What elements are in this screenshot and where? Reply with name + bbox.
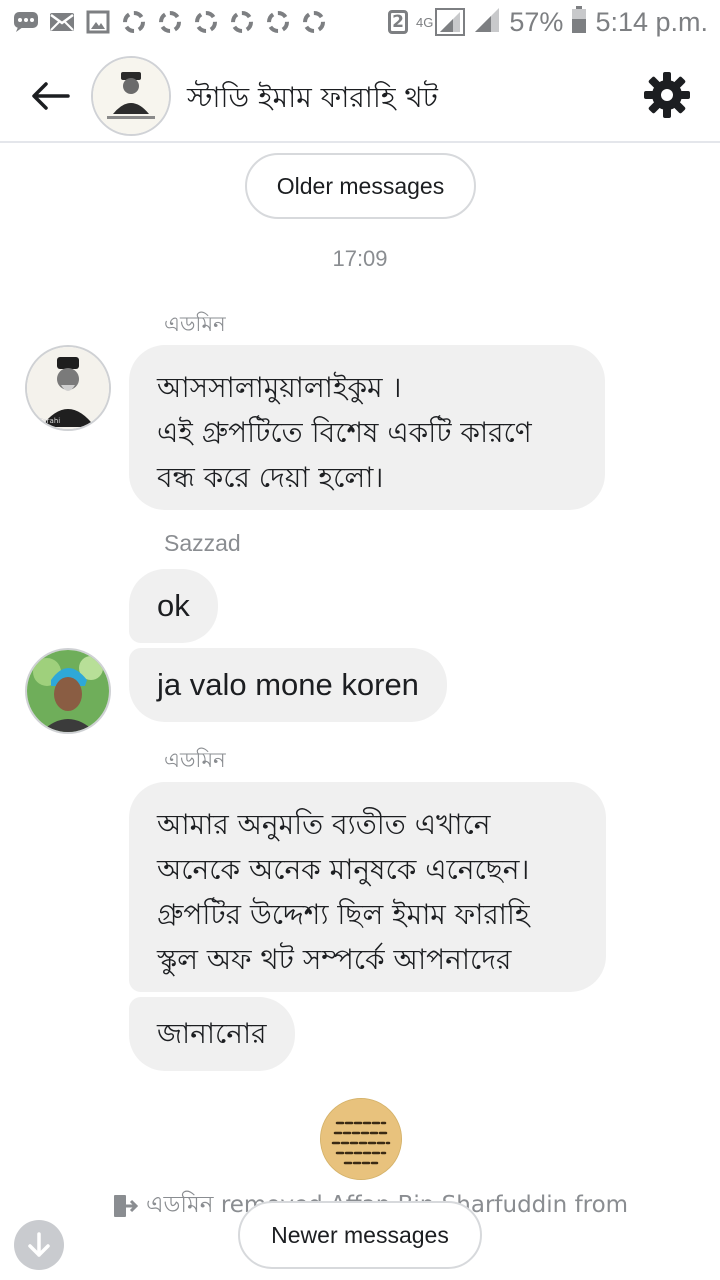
group-title: স্টাডি ইমাম ফারাহি থট [187,81,438,114]
message-bubble[interactable]: আমার অনুমতি ব্যতীত এখানে অনেকে অনেক মানু… [129,782,606,992]
message-bubble[interactable]: জানানোর [129,997,295,1071]
message-bubble[interactable]: আসসালামুয়ালাইকুম । এই গ্রুপটিতে বিশেষ এ… [129,345,605,510]
message-line: স্কুল অফ থট সম্পর্কে আপনাদের [157,943,512,976]
sender-name: Sazzad [164,530,241,556]
message-line: আমার অনুমতি ব্যতীত এখানে [157,808,491,841]
chat-bubble-icon [12,8,40,36]
settings-button[interactable] [642,70,692,120]
message-text: ja valo mone koren [157,667,419,702]
gear-icon [644,72,690,118]
arrow-left-icon [32,82,70,110]
message-text: ok [157,588,190,623]
system-indicators: 2 4G 57% 5:14 p.m. [388,6,708,38]
sender-name: এডমিন [164,748,226,772]
signal-icon [473,7,501,37]
message-line: বন্ধ করে দেয়া হলো। [157,461,384,494]
svg-text:Farahi: Farahi [39,417,60,425]
back-button[interactable] [26,72,74,120]
group-avatar[interactable] [91,56,171,136]
network-label: 4G [416,14,434,30]
network-4g-icon: 4G [416,8,466,36]
recycle-icon-3 [192,8,220,36]
recycle-icon-2 [156,8,184,36]
sender-name: এডমিন [164,312,226,336]
message-line: অনেকে অনেক মানুষকে এনেছেন। [157,853,530,886]
newer-messages-button[interactable]: Newer messages [238,1201,482,1269]
recycle-icon-5 [264,8,292,36]
older-messages-button[interactable]: Older messages [245,153,476,219]
message-bubble[interactable]: ok [129,569,218,643]
arrow-down-icon [28,1232,50,1257]
sazzad-avatar[interactable] [25,648,111,734]
message-timestamp: 17:09 [332,246,388,271]
message-line: আসসালামুয়ালাইকুম । [157,371,402,404]
recycle-icon-1 [120,8,148,36]
battery-icon [571,6,587,38]
mail-icon [48,8,76,36]
chat-header: স্টাডি ইমাম ফারাহি থট [0,48,720,143]
message-line: গ্রুপটির উদ্দেশ্য ছিল ইমাম ফারাহি [157,898,530,931]
exit-icon [114,1194,138,1217]
admin-avatar[interactable]: Farahi [25,345,111,431]
status-bar: 2 4G 57% 5:14 p.m. [0,0,720,48]
recycle-icon-6 [300,8,328,36]
seen-by-avatar [320,1098,402,1180]
message-text: জানানোর [157,1017,267,1050]
message-line: এই গ্রুপটিতে বিশেষ একটি কারণে [157,416,532,449]
notification-icons [12,8,328,36]
scroll-down-button[interactable] [14,1220,64,1270]
message-bubble[interactable]: ja valo mone koren [129,648,447,722]
clock: 5:14 p.m. [595,6,708,37]
battery-percent: 57% [509,6,564,37]
sim-badge: 2 [388,10,409,34]
image-icon [84,8,112,36]
recycle-icon-4 [228,8,256,36]
